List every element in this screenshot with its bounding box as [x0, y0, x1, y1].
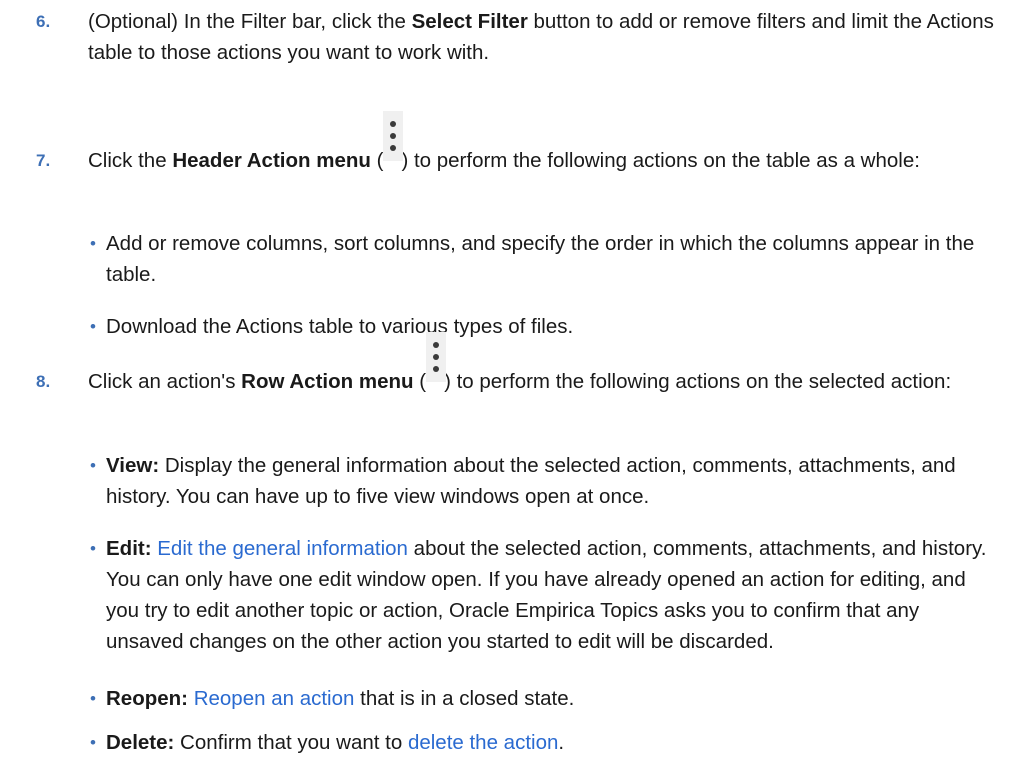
step-number: 7.	[36, 151, 51, 170]
bullet-icon: •	[90, 317, 96, 336]
bullet-icon: •	[90, 689, 96, 708]
step-text: Click the Header Action menu () to perfo…	[88, 111, 998, 176]
kebab-menu-icon	[426, 332, 447, 388]
bullet-icon: •	[90, 234, 96, 253]
bullet-icon: •	[90, 733, 96, 752]
step-text: (Optional) In the Filter bar, click the …	[88, 10, 994, 64]
bullet-icon: •	[90, 539, 96, 558]
reopen-action-link[interactable]: Reopen an action	[194, 687, 355, 710]
row-action-menu-label: Row Action menu	[241, 370, 414, 393]
step-text: Click an action's Row Action menu () to …	[88, 332, 998, 397]
reopen-label: Reopen:	[106, 687, 188, 710]
delete-action-link[interactable]: delete the action	[408, 731, 558, 754]
view-label: View:	[106, 454, 160, 477]
select-filter-label: Select Filter	[411, 10, 528, 33]
bullet-icon: •	[90, 456, 96, 475]
edit-general-information-link[interactable]: Edit the general information	[157, 537, 408, 560]
kebab-menu-icon	[383, 111, 404, 167]
step-number: 8.	[36, 372, 51, 391]
step-number: 6.	[36, 12, 51, 31]
header-action-menu-label: Header Action menu	[172, 149, 371, 172]
delete-label: Delete:	[106, 731, 175, 754]
edit-label: Edit:	[106, 537, 152, 560]
